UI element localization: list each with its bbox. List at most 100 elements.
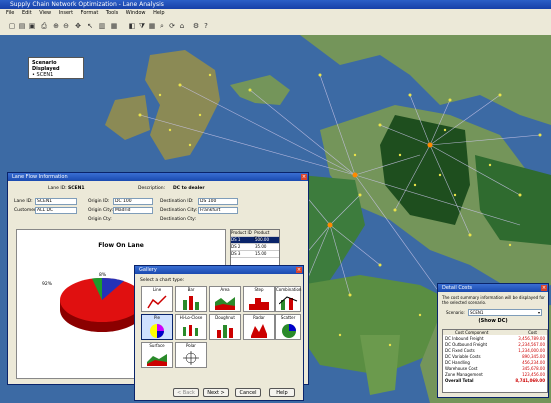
table-row[interactable]: DS 1 500.00 xyxy=(231,237,279,244)
menu-help[interactable]: Help xyxy=(153,10,164,16)
cancel-button[interactable]: Cancel xyxy=(235,388,261,397)
origin-city-label: Origin City: xyxy=(88,208,114,213)
detail-subtitle: (Show DC) xyxy=(478,318,508,324)
open-icon[interactable]: ▤ xyxy=(18,22,26,30)
home-icon[interactable]: ⌂ xyxy=(178,22,186,30)
grid-header-product: Product ID xyxy=(231,230,252,235)
destination-id-label: Destination ID: xyxy=(160,199,194,204)
save-icon[interactable]: ▣ xyxy=(28,22,36,30)
combination-chart-icon xyxy=(279,296,298,310)
lane-flow-title-bar: Lane Flow Information × xyxy=(8,173,308,181)
chart-icon[interactable]: ▥ xyxy=(98,22,106,30)
lane-id-field[interactable]: SCEN1 xyxy=(35,198,77,205)
chevron-down-icon[interactable]: ▾ xyxy=(538,310,540,315)
grid-cell: DS 2 xyxy=(231,244,241,249)
cost-label: Overall Total xyxy=(445,378,474,383)
destination-id-field[interactable]: DS 100 xyxy=(198,198,238,205)
scatter-chart-icon xyxy=(282,324,296,338)
chart-type-scatter[interactable]: Scatter xyxy=(275,314,301,340)
back-button[interactable]: < Back xyxy=(173,388,199,397)
destination-city-field[interactable]: Frankfurt xyxy=(198,207,238,214)
chart-type-polar[interactable]: Polar xyxy=(175,342,207,368)
table-row[interactable]: DC Fixed Costs 1,234,000.00 xyxy=(445,348,545,353)
settings-icon[interactable]: ⚙ xyxy=(192,22,200,30)
chart-type-line[interactable]: Line xyxy=(141,286,173,312)
lane-id-value: SCEN1 xyxy=(68,186,85,191)
new-icon[interactable]: ▢ xyxy=(8,22,16,30)
grid-header-row: Product ID Product Flow xyxy=(231,230,279,241)
cost-value: 123,456.00 xyxy=(522,372,545,377)
customer-field[interactable]: ALL DC xyxy=(35,207,77,214)
origin-id-field[interactable]: DC 100 xyxy=(113,198,153,205)
customer-label: Customer: xyxy=(14,208,38,213)
chart-type-hi-lo-close[interactable]: Hi-Lo-Close xyxy=(175,314,207,340)
print-icon[interactable]: ⎙ xyxy=(40,22,48,30)
window-title-bar: Supply Chain Network Optimization - Lane… xyxy=(0,0,551,9)
cell-label: Surface xyxy=(149,343,165,348)
pie-chart-icon xyxy=(150,324,164,338)
toolbar: ▢ ▤ ▣ ⎙ ⊕ ⊖ ✥ ↖ ▥ ▦ ◧ ⧩ ▦ ⌕ ⟳ ⌂ ⚙ ? xyxy=(0,18,551,36)
scenario-legend: Scenario Displayed • SCEN1 xyxy=(28,57,84,79)
cost-table[interactable]: Cost Component Cost DC Inbound Freight 3,… xyxy=(442,329,548,393)
lane-id-label: Lane ID: xyxy=(48,186,67,191)
cost-value: 1,234,000.00 xyxy=(518,348,545,353)
gallery-title-bar: Gallery × xyxy=(135,266,303,274)
table-row[interactable]: DC Inbound Freight 3,456,789.00 xyxy=(445,336,545,341)
cell-label: Line xyxy=(152,287,162,292)
zoom-out-icon[interactable]: ⊖ xyxy=(62,22,70,30)
menu-window[interactable]: Window xyxy=(126,10,146,16)
bar-chart-icon xyxy=(183,296,199,310)
refresh-icon[interactable]: ⟳ xyxy=(168,22,176,30)
menu-tools[interactable]: Tools xyxy=(106,10,118,16)
chart-type-step[interactable]: Step xyxy=(243,286,275,312)
menu-edit[interactable]: Edit xyxy=(22,10,32,16)
chart-type-bar[interactable]: Bar xyxy=(175,286,207,312)
area-chart-icon xyxy=(215,297,235,310)
table-row[interactable]: DC Handling 456,234.00 xyxy=(445,360,545,365)
grid-cell: 500.00 xyxy=(255,237,269,242)
cell-label: Combination xyxy=(276,287,302,292)
grid-cell: 35.00 xyxy=(255,244,267,249)
zoom-in-icon[interactable]: ⊕ xyxy=(52,22,60,30)
origin-id-label: Origin ID: xyxy=(88,199,110,204)
help-button[interactable]: Help xyxy=(269,388,295,397)
description-label: Description: xyxy=(138,186,166,191)
filter-icon[interactable]: ⧩ xyxy=(138,22,146,30)
table-row[interactable]: Overall Total 8,741,069.00 xyxy=(445,378,545,383)
table-row[interactable]: DC Variable Costs 890,345.00 xyxy=(445,354,545,359)
pan-icon[interactable]: ✥ xyxy=(74,22,82,30)
menu-format[interactable]: Format xyxy=(81,10,99,16)
grid-icon[interactable]: ▦ xyxy=(148,22,156,30)
close-icon[interactable]: × xyxy=(301,174,307,180)
table-icon[interactable]: ▦ xyxy=(110,22,118,30)
cell-label: Radar xyxy=(253,315,265,320)
pie-label-small: 8% xyxy=(99,273,107,278)
help-icon[interactable]: ? xyxy=(202,22,210,30)
chart-type-area[interactable]: Area xyxy=(209,286,241,312)
table-row[interactable]: Warehouse Cost 345,678.00 xyxy=(445,366,545,371)
table-row[interactable]: DS 3 15.00 xyxy=(231,251,279,258)
chart-type-radar[interactable]: Radar xyxy=(243,314,275,340)
chart-type-doughnut[interactable]: Doughnut xyxy=(209,314,241,340)
scenario-select[interactable]: SCEN1 ▾ xyxy=(468,309,542,316)
layer-icon[interactable]: ◧ xyxy=(128,22,136,30)
chart-type-surface[interactable]: Surface xyxy=(141,342,173,368)
close-icon[interactable]: × xyxy=(541,285,547,291)
table-row[interactable]: Zone Management 123,456.00 xyxy=(445,372,545,377)
close-icon[interactable]: × xyxy=(296,267,302,273)
gallery-prompt: Select a chart type: xyxy=(140,278,185,283)
chart-type-combination[interactable]: Combination xyxy=(275,286,301,312)
radar-chart-icon xyxy=(251,324,267,338)
menu-file[interactable]: File xyxy=(6,10,14,16)
table-row[interactable]: DC Outbound Freight 2,234,567.00 xyxy=(445,342,545,347)
origin-city-field[interactable]: Madrid xyxy=(113,207,153,214)
find-icon[interactable]: ⌕ xyxy=(158,22,166,30)
table-row[interactable]: DS 2 35.00 xyxy=(231,244,279,251)
destination-city-label: Destination City: xyxy=(160,208,198,213)
cost-value: 890,345.00 xyxy=(522,354,545,359)
chart-type-pie[interactable]: Pie xyxy=(141,314,173,340)
select-icon[interactable]: ↖ xyxy=(86,22,94,30)
menu-view[interactable]: View xyxy=(39,10,51,16)
menu-insert[interactable]: Insert xyxy=(59,10,73,16)
next-button[interactable]: Next > xyxy=(203,388,229,397)
